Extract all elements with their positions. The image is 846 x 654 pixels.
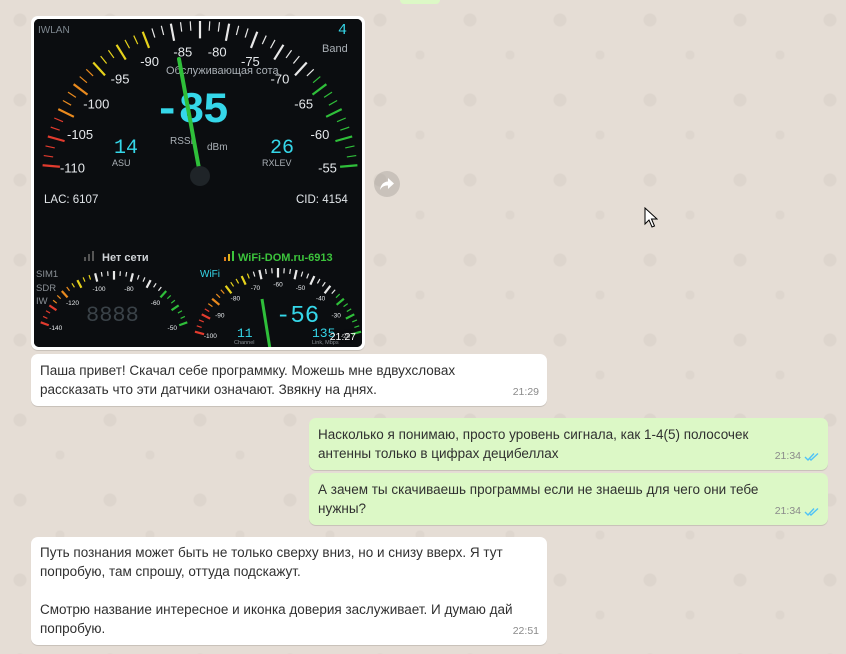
message-time: 21:29 <box>512 386 539 398</box>
channel-value: 11 <box>237 326 253 341</box>
message-time: 22:51 <box>512 625 539 637</box>
gauge-tick <box>208 21 211 31</box>
gauge-scale-label: -95 <box>111 72 130 87</box>
sim1-label: SIM1 <box>36 269 58 280</box>
band-label: Band <box>322 43 348 55</box>
asu-value: 14 <box>114 137 138 160</box>
gauge-scale-label: -80 <box>124 286 134 293</box>
gauge-scale-label: -105 <box>67 127 93 142</box>
message-text: Насколько я понимаю, просто уровень сигн… <box>318 427 749 461</box>
no-network-label: Нет сети <box>102 252 149 264</box>
gauge-scale-label: -60 <box>151 300 161 307</box>
double-check-icon <box>804 452 819 461</box>
double-check-icon <box>804 507 819 516</box>
gauge-tick <box>189 21 192 31</box>
sim-gauge-empty-digits: 8888 <box>86 303 139 328</box>
gauge-scale-label: -100 <box>204 333 217 340</box>
iwlan-label: IWLAN <box>38 25 70 36</box>
gauge-scale-label: -50 <box>296 285 306 292</box>
gauge-tick <box>289 268 292 275</box>
gauge-scale-label: -40 <box>316 296 326 303</box>
rxlev-label: RXLEV <box>262 158 292 168</box>
wifi-label: WiFi <box>200 269 220 280</box>
gauge-scale-label: -90 <box>215 312 225 319</box>
message-incoming[interactable]: Паша привет! Скачал себе программку. Мож… <box>31 354 547 406</box>
gauge-scale-label: -120 <box>66 300 79 307</box>
previous-message-edge <box>400 0 440 4</box>
gauge-scale-label: -80 <box>208 45 227 60</box>
lac-value: LAC: 6107 <box>44 194 98 206</box>
gauge-scale-label: -60 <box>273 281 283 288</box>
needle-hub <box>190 166 210 186</box>
asu-label: ASU <box>112 158 131 168</box>
channel-label: Channel <box>234 340 255 346</box>
gauge-tick <box>264 268 267 275</box>
gauge-tick <box>42 164 61 168</box>
mouse-cursor-icon <box>644 207 658 228</box>
message-time: 21:34 <box>774 450 801 462</box>
message-time: 21:34 <box>774 505 801 517</box>
wifi-network-name: WiFi-DOM.ru-6913 <box>238 252 333 264</box>
band-value: 4 <box>338 22 347 39</box>
gauge-scale-label: -65 <box>294 96 313 111</box>
gauge-scale-label: -50 <box>168 325 178 332</box>
gauge-scale-label: -60 <box>311 127 330 142</box>
rssi-label: RSSI <box>170 136 193 147</box>
signal-meter-screenshot: -110-105-100-95-90-85 -80-75-70-65-60-55 … <box>34 19 362 347</box>
iw-label: IW <box>36 296 48 307</box>
sdr-label: SDR <box>36 283 56 294</box>
gauge-scale-label: -85 <box>173 45 192 60</box>
rxlev-value: 26 <box>270 137 294 160</box>
gauge-tick <box>125 271 128 277</box>
image-timestamp: 21:27 <box>329 331 356 343</box>
gauge-tick <box>339 164 358 168</box>
gauge-scale-label: -100 <box>83 96 109 111</box>
gauge-scale-label: -80 <box>231 296 241 303</box>
app-screenshot-image[interactable]: -110 -105 -100 -95 -90 -85 -80 -75 -70 -65 -60 -55 … <box>34 19 362 347</box>
message-incoming[interactable]: Путь познания может быть не только сверх… <box>31 537 547 645</box>
message-text: А зачем ты скачиваешь программы если не … <box>318 482 759 516</box>
message-text: Паша привет! Скачал себе программку. Мож… <box>40 363 456 397</box>
cid-value: CID: 4154 <box>296 194 348 206</box>
gauge-scale-label: -110 <box>60 160 85 175</box>
message-outgoing[interactable]: А зачем ты скачиваешь программы если не … <box>309 473 828 525</box>
message-text: Путь познания может быть не только сверх… <box>40 545 513 636</box>
gauge-scale-label: -55 <box>318 160 337 175</box>
forward-icon <box>380 178 394 190</box>
gauge-tick <box>100 271 103 277</box>
gauge-scale-label: -100 <box>92 286 105 293</box>
message-outgoing[interactable]: Насколько я понимаю, просто уровень сигн… <box>309 418 828 470</box>
gauge-scale-label: -30 <box>331 312 341 319</box>
forward-button[interactable] <box>374 171 400 197</box>
dbm-label: dBm <box>207 142 228 153</box>
gauge-scale-label: -90 <box>140 54 159 69</box>
gauge-scale-label: -140 <box>49 325 62 332</box>
gauge-scale-label: -70 <box>251 285 261 292</box>
image-message[interactable]: -110 -105 -100 -95 -90 -85 -80 -75 -70 -65 -60 -55 … <box>31 16 365 350</box>
